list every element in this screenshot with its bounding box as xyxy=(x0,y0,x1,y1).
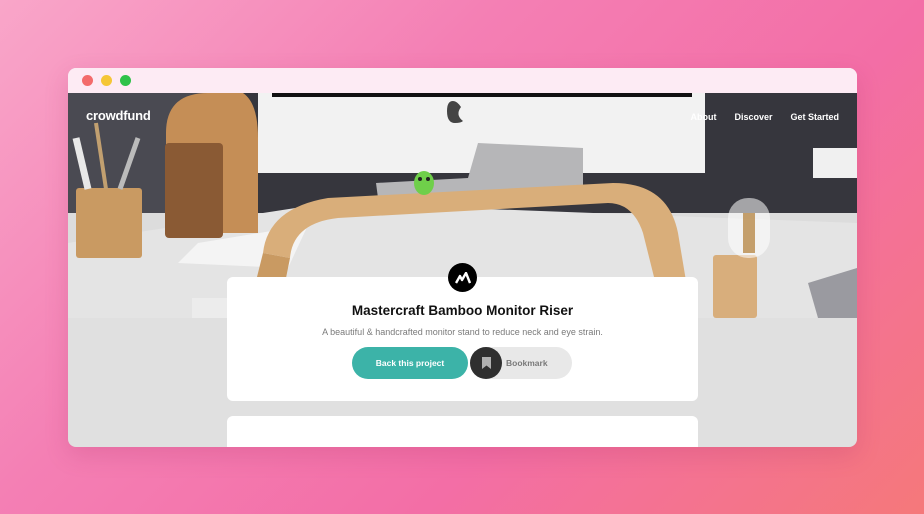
brand-logo[interactable]: crowdfund xyxy=(86,108,151,123)
maximize-window-button[interactable] xyxy=(120,75,131,86)
close-window-button[interactable] xyxy=(82,75,93,86)
back-project-button[interactable]: Back this project xyxy=(352,347,468,379)
project-subtitle: A beautiful & handcrafted monitor stand … xyxy=(322,327,603,337)
bookmark-label: Bookmark xyxy=(506,358,548,368)
browser-window: crowdfund About Discover Get Started Mas… xyxy=(68,68,857,447)
minimize-window-button[interactable] xyxy=(101,75,112,86)
bookmark-icon xyxy=(470,347,502,379)
mastercraft-logo-icon xyxy=(448,263,477,292)
project-card: Mastercraft Bamboo Monitor Riser A beaut… xyxy=(227,263,698,401)
nav-link-get-started[interactable]: Get Started xyxy=(790,112,839,122)
project-title: Mastercraft Bamboo Monitor Riser xyxy=(351,303,574,318)
nav-link-discover[interactable]: Discover xyxy=(734,112,772,122)
nav-link-about[interactable]: About xyxy=(690,112,716,122)
bookmark-button[interactable]: Bookmark xyxy=(470,347,572,379)
main-nav: About Discover Get Started xyxy=(690,112,839,122)
stats-card xyxy=(227,416,698,447)
window-titlebar xyxy=(68,68,857,93)
